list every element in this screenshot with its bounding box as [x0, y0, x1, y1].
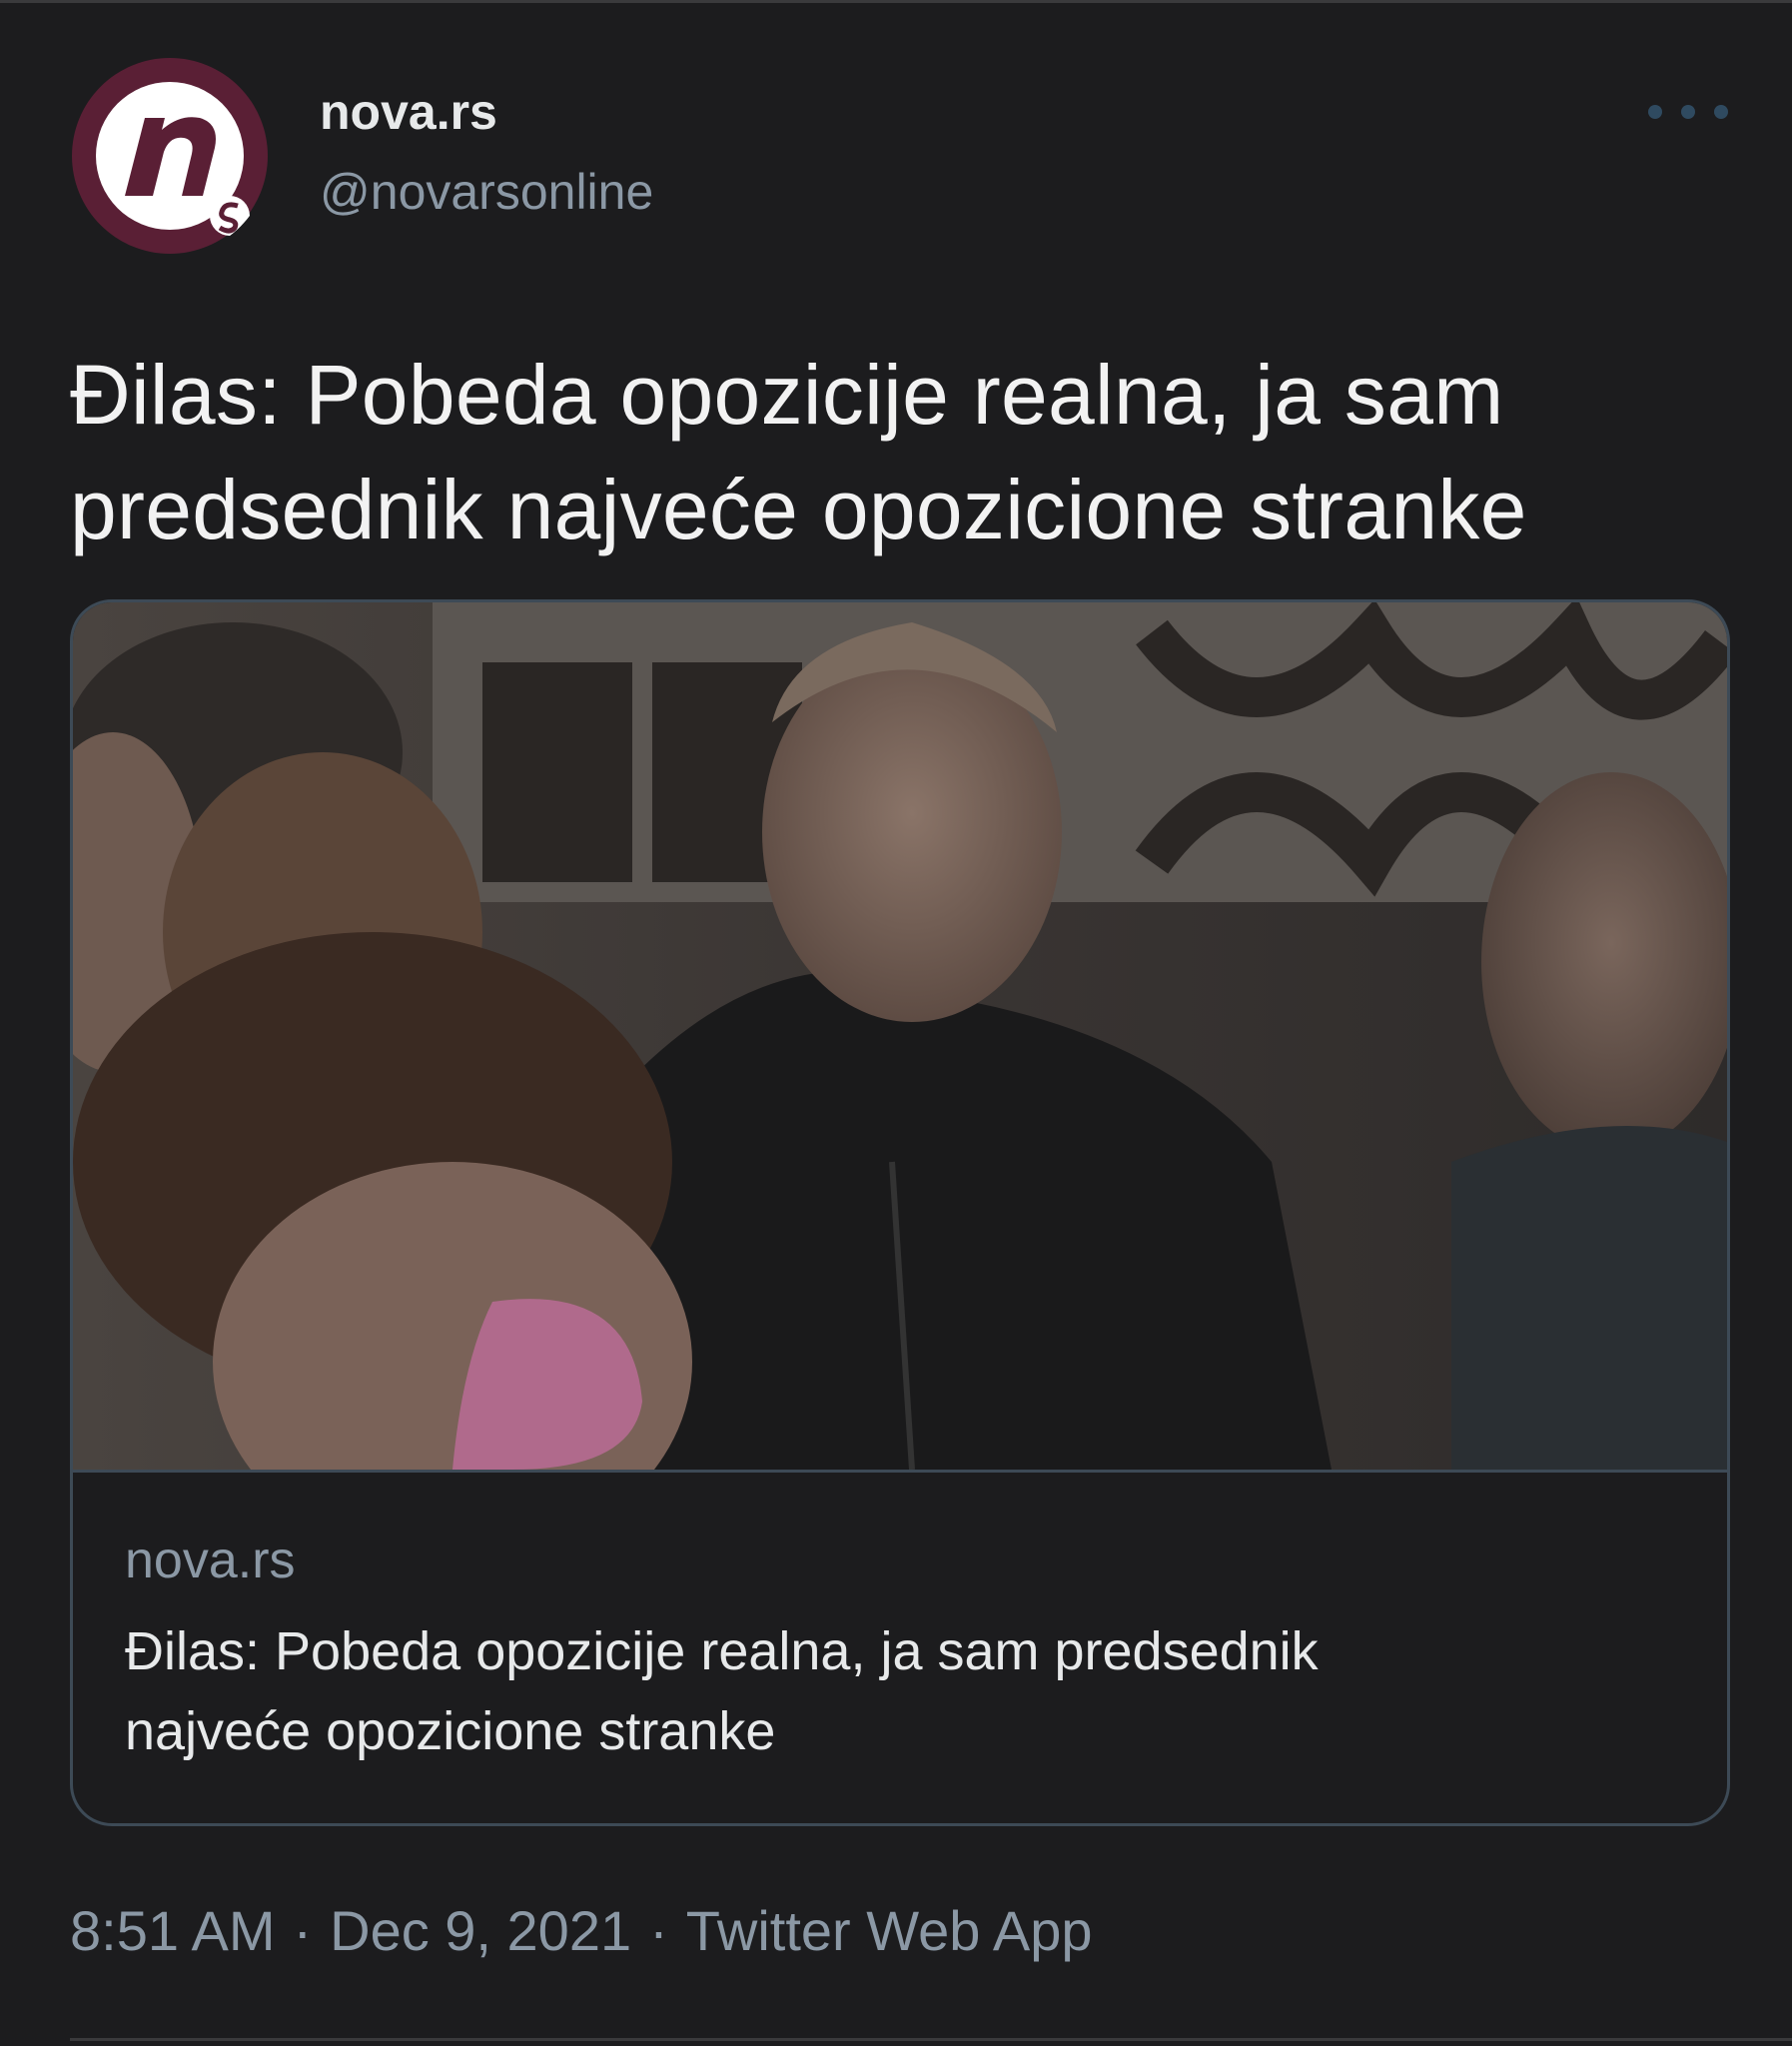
- user-handle[interactable]: @novarsonline: [320, 162, 653, 222]
- meta-separator: ·: [293, 1899, 313, 1962]
- tweet-text: Đilas: Pobeda opozicije realna, ja sam p…: [70, 338, 1748, 567]
- meta-separator: ·: [649, 1899, 668, 1962]
- card-domain: nova.rs: [125, 1532, 296, 1589]
- tweet-meta: 8:51 AM · Dec 9, 2021 · Twitter Web App: [70, 1896, 1092, 1966]
- tweet-time[interactable]: 8:51 AM: [70, 1899, 275, 1962]
- card-title-line: najveće opozicione stranke: [125, 1701, 776, 1761]
- more-dot: [1681, 105, 1695, 119]
- display-name[interactable]: nova.rs: [320, 82, 497, 142]
- card-photo: [73, 602, 1727, 1473]
- more-dot: [1714, 105, 1728, 119]
- tweet-date[interactable]: Dec 9, 2021: [330, 1899, 631, 1962]
- tweet-text-line: predsednik najveće opozicione stranke: [70, 463, 1527, 556]
- card-title: Đilas: Pobeda opozicije realna, ja sam p…: [125, 1611, 1683, 1771]
- bottom-divider: [70, 2038, 1792, 2041]
- top-divider: [0, 0, 1792, 3]
- tweet-source[interactable]: Twitter Web App: [686, 1899, 1093, 1962]
- more-dots-icon: [1648, 105, 1662, 119]
- card-title-line: Đilas: Pobeda opozicije realna, ja sam p…: [125, 1621, 1319, 1681]
- tweet-text-line: Đilas: Pobeda opozicije realna, ja sam: [70, 348, 1504, 442]
- more-options-button[interactable]: [1648, 92, 1728, 132]
- nova-rs-logo-icon[interactable]: [70, 56, 270, 256]
- link-preview-card[interactable]: nova.rs Đilas: Pobeda opozicije realna, …: [70, 599, 1730, 1826]
